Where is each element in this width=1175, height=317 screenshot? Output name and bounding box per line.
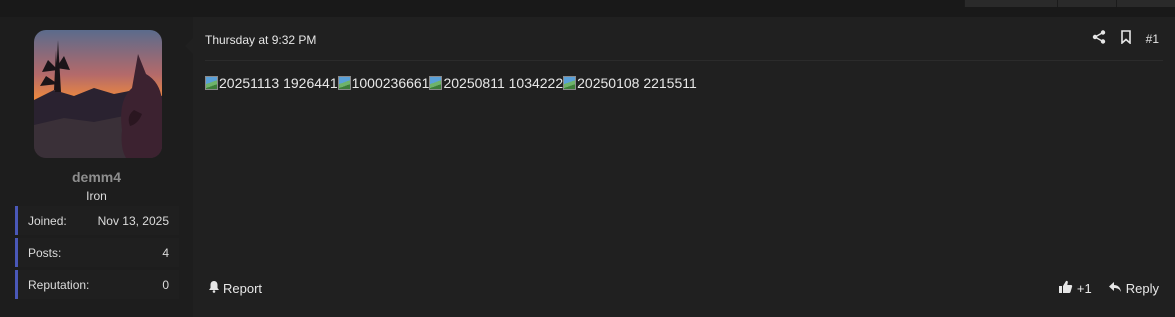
post-date[interactable]: Thursday at 9:32 PM <box>205 33 316 47</box>
post: Thursday at 9:32 PM #1 20251113 1926441 … <box>193 17 1175 317</box>
avatar-image <box>34 30 162 158</box>
image-alt: 20250811 1034222 <box>443 75 564 91</box>
stat-label: Posts: <box>28 246 62 260</box>
top-tabs <box>964 0 1175 7</box>
stat-value: Nov 13, 2025 <box>97 214 169 228</box>
share-icon[interactable] <box>1092 30 1106 47</box>
like-count: +1 <box>1076 281 1092 296</box>
post-image[interactable]: 1000236661 <box>337 75 430 91</box>
post-body: 20251113 1926441 1000236661 20250811 103… <box>205 75 697 91</box>
user-title: Iron <box>86 189 107 203</box>
user-info-column: demm4 Iron Joined: Nov 13, 2025 Posts: 4… <box>0 17 193 317</box>
stat-label: Joined: <box>28 214 67 228</box>
reply-icon <box>1108 281 1122 296</box>
broken-image-icon <box>337 76 351 90</box>
post-number[interactable]: #1 <box>1146 32 1159 46</box>
divider <box>205 60 1163 61</box>
top-tab[interactable] <box>1116 0 1175 7</box>
post-actions: #1 <box>1092 30 1159 47</box>
broken-image-icon <box>429 76 443 90</box>
broken-image-icon <box>205 76 218 90</box>
post-footer-actions: +1 Reply <box>1058 280 1159 297</box>
image-alt: 20251113 1926441 <box>219 75 338 91</box>
post-image[interactable]: 20250811 1034222 <box>429 75 563 91</box>
post-arrow <box>185 38 193 54</box>
top-tab[interactable] <box>1057 0 1116 7</box>
post-image[interactable]: 20250108 2215511 <box>563 75 697 91</box>
broken-image-icon <box>563 76 577 90</box>
post-image[interactable]: 20251113 1926441 <box>205 75 338 91</box>
stat-posts: Posts: 4 <box>15 238 179 267</box>
reply-label: Reply <box>1125 281 1159 296</box>
avatar[interactable] <box>34 30 162 158</box>
bell-icon <box>208 280 220 296</box>
username[interactable]: demm4 <box>0 169 193 185</box>
image-alt: 1000236661 <box>351 75 430 91</box>
report-button[interactable]: Report <box>208 280 262 296</box>
report-label: Report <box>223 280 263 296</box>
stat-reputation: Reputation: 0 <box>15 270 179 299</box>
reply-button[interactable]: Reply <box>1108 281 1159 296</box>
top-tab[interactable] <box>964 0 1057 7</box>
bookmark-icon[interactable] <box>1120 30 1132 47</box>
like-button[interactable]: +1 <box>1058 280 1092 297</box>
stat-label: Reputation: <box>28 278 90 292</box>
stat-value[interactable]: 4 <box>162 246 169 260</box>
image-alt: 20250108 2215511 <box>577 75 697 91</box>
thumbs-up-icon <box>1058 280 1073 297</box>
stat-joined: Joined: Nov 13, 2025 <box>15 206 179 235</box>
top-strip <box>0 0 1175 18</box>
stat-value: 0 <box>162 278 169 292</box>
